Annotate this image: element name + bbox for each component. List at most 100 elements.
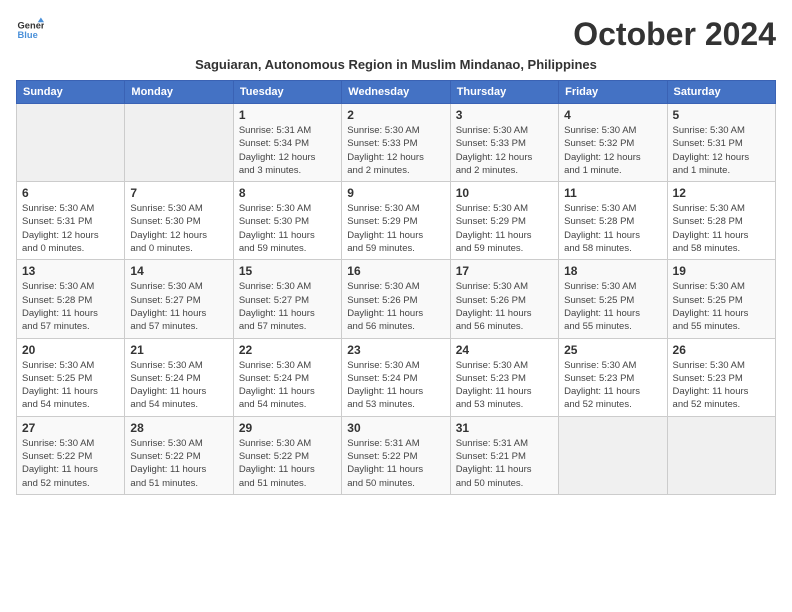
logo-icon: General Blue [16,16,44,44]
day-number: 17 [456,264,553,278]
calendar-cell: 12 Sunrise: 5:30 AMSunset: 5:28 PMDayligh… [667,182,775,260]
day-number: 6 [22,186,119,200]
day-info: Sunrise: 5:30 AMSunset: 5:22 PMDaylight:… [130,437,227,490]
day-number: 10 [456,186,553,200]
calendar-week-5: 27Sunrise: 5:30 AMSunset: 5:22 PMDayligh… [17,416,776,494]
calendar-week-1: 1 Sunrise: 5:31 AMSunset: 5:34 PMDaylight… [17,104,776,182]
day-number: 14 [130,264,227,278]
calendar-cell: 1 Sunrise: 5:31 AMSunset: 5:34 PMDaylight… [233,104,341,182]
calendar-cell: 28 Sunrise: 5:30 AMSunset: 5:22 PMDayligh… [125,416,233,494]
day-number: 2 [347,108,444,122]
calendar-subtitle: Saguiaran, Autonomous Region in Muslim M… [16,57,776,72]
day-info: Sunrise: 5:30 AMSunset: 5:30 PMDaylight:… [130,202,227,255]
day-info: Sunrise: 5:30 AMSunset: 5:33 PMDaylight:… [347,124,444,177]
day-number: 9 [347,186,444,200]
day-number: 12 [673,186,770,200]
day-number: 11 [564,186,661,200]
day-info: Sunrise: 5:30 AMSunset: 5:25 PMDaylight:… [22,359,119,412]
calendar-cell [125,104,233,182]
day-number: 5 [673,108,770,122]
day-number: 15 [239,264,336,278]
calendar-week-4: 20 Sunrise: 5:30 AMSunset: 5:25 PMDayligh… [17,338,776,416]
calendar-cell: 10 Sunrise: 5:30 AMSunset: 5:29 PMDayligh… [450,182,558,260]
logo: General Blue [16,16,44,44]
day-info: Sunrise: 5:30 AMSunset: 5:24 PMDaylight:… [130,359,227,412]
day-info: Sunrise: 5:30 AMSunset: 5:25 PMDaylight:… [673,280,770,333]
day-info: Sunrise: 5:30 AMSunset: 5:22 PMDaylight:… [22,437,119,490]
calendar-cell: 4 Sunrise: 5:30 AMSunset: 5:32 PMDaylight… [559,104,667,182]
calendar-cell: 24Sunrise: 5:30 AMSunset: 5:23 PMDayligh… [450,338,558,416]
day-number: 8 [239,186,336,200]
day-number: 31 [456,421,553,435]
day-number: 24 [456,343,553,357]
calendar-cell: 26 Sunrise: 5:30 AMSunset: 5:23 PMDayligh… [667,338,775,416]
calendar-body: 1 Sunrise: 5:31 AMSunset: 5:34 PMDaylight… [17,104,776,495]
calendar-cell [559,416,667,494]
day-number: 18 [564,264,661,278]
day-header-thursday: Thursday [450,81,558,104]
day-header-wednesday: Wednesday [342,81,450,104]
calendar-cell: 2 Sunrise: 5:30 AMSunset: 5:33 PMDaylight… [342,104,450,182]
calendar-table: SundayMondayTuesdayWednesdayThursdayFrid… [16,80,776,495]
calendar-cell: 15Sunrise: 5:30 AMSunset: 5:27 PMDayligh… [233,260,341,338]
day-number: 29 [239,421,336,435]
calendar-cell: 30Sunrise: 5:31 AMSunset: 5:22 PMDayligh… [342,416,450,494]
day-info: Sunrise: 5:30 AMSunset: 5:31 PMDaylight:… [22,202,119,255]
day-number: 22 [239,343,336,357]
month-title: October 2024 [573,16,776,53]
day-info: Sunrise: 5:30 AMSunset: 5:31 PMDaylight:… [673,124,770,177]
day-info: Sunrise: 5:30 AMSunset: 5:28 PMDaylight:… [22,280,119,333]
day-info: Sunrise: 5:31 AMSunset: 5:21 PMDaylight:… [456,437,553,490]
calendar-cell [17,104,125,182]
day-info: Sunrise: 5:30 AMSunset: 5:30 PMDaylight:… [239,202,336,255]
calendar-cell: 8 Sunrise: 5:30 AMSunset: 5:30 PMDaylight… [233,182,341,260]
calendar-cell: 21 Sunrise: 5:30 AMSunset: 5:24 PMDayligh… [125,338,233,416]
day-number: 16 [347,264,444,278]
day-number: 28 [130,421,227,435]
day-info: Sunrise: 5:30 AMSunset: 5:24 PMDaylight:… [347,359,444,412]
day-number: 23 [347,343,444,357]
calendar-cell: 29Sunrise: 5:30 AMSunset: 5:22 PMDayligh… [233,416,341,494]
day-info: Sunrise: 5:31 AMSunset: 5:34 PMDaylight:… [239,124,336,177]
day-info: Sunrise: 5:30 AMSunset: 5:32 PMDaylight:… [564,124,661,177]
day-info: Sunrise: 5:30 AMSunset: 5:27 PMDaylight:… [130,280,227,333]
day-number: 26 [673,343,770,357]
calendar-cell: 9Sunrise: 5:30 AMSunset: 5:29 PMDaylight… [342,182,450,260]
day-header-saturday: Saturday [667,81,775,104]
day-header-tuesday: Tuesday [233,81,341,104]
day-info: Sunrise: 5:30 AMSunset: 5:23 PMDaylight:… [673,359,770,412]
calendar-cell: 27Sunrise: 5:30 AMSunset: 5:22 PMDayligh… [17,416,125,494]
calendar-week-2: 6 Sunrise: 5:30 AMSunset: 5:31 PMDaylight… [17,182,776,260]
day-number: 21 [130,343,227,357]
day-header-friday: Friday [559,81,667,104]
day-number: 13 [22,264,119,278]
day-info: Sunrise: 5:30 AMSunset: 5:28 PMDaylight:… [673,202,770,255]
calendar-cell: 23 Sunrise: 5:30 AMSunset: 5:24 PMDayligh… [342,338,450,416]
calendar-cell: 19 Sunrise: 5:30 AMSunset: 5:25 PMDayligh… [667,260,775,338]
day-info: Sunrise: 5:30 AMSunset: 5:29 PMDaylight:… [456,202,553,255]
day-info: Sunrise: 5:30 AMSunset: 5:25 PMDaylight:… [564,280,661,333]
day-number: 19 [673,264,770,278]
calendar-header-row: SundayMondayTuesdayWednesdayThursdayFrid… [17,81,776,104]
day-number: 25 [564,343,661,357]
calendar-week-3: 13 Sunrise: 5:30 AMSunset: 5:28 PMDayligh… [17,260,776,338]
header: General Blue October 2024 [16,16,776,53]
calendar-cell: 11 Sunrise: 5:30 AMSunset: 5:28 PMDayligh… [559,182,667,260]
calendar-cell: 22 Sunrise: 5:30 AMSunset: 5:24 PMDayligh… [233,338,341,416]
day-number: 7 [130,186,227,200]
day-header-monday: Monday [125,81,233,104]
day-info: Sunrise: 5:30 AMSunset: 5:24 PMDaylight:… [239,359,336,412]
calendar-cell: 13 Sunrise: 5:30 AMSunset: 5:28 PMDayligh… [17,260,125,338]
day-header-sunday: Sunday [17,81,125,104]
day-number: 4 [564,108,661,122]
day-info: Sunrise: 5:30 AMSunset: 5:33 PMDaylight:… [456,124,553,177]
calendar-cell: 18 Sunrise: 5:30 AMSunset: 5:25 PMDayligh… [559,260,667,338]
calendar-cell: 25Sunrise: 5:30 AMSunset: 5:23 PMDayligh… [559,338,667,416]
day-info: Sunrise: 5:30 AMSunset: 5:28 PMDaylight:… [564,202,661,255]
day-number: 20 [22,343,119,357]
day-number: 1 [239,108,336,122]
day-info: Sunrise: 5:30 AMSunset: 5:26 PMDaylight:… [347,280,444,333]
day-info: Sunrise: 5:31 AMSunset: 5:22 PMDaylight:… [347,437,444,490]
day-info: Sunrise: 5:30 AMSunset: 5:26 PMDaylight:… [456,280,553,333]
calendar-cell: 31 Sunrise: 5:31 AMSunset: 5:21 PMDayligh… [450,416,558,494]
